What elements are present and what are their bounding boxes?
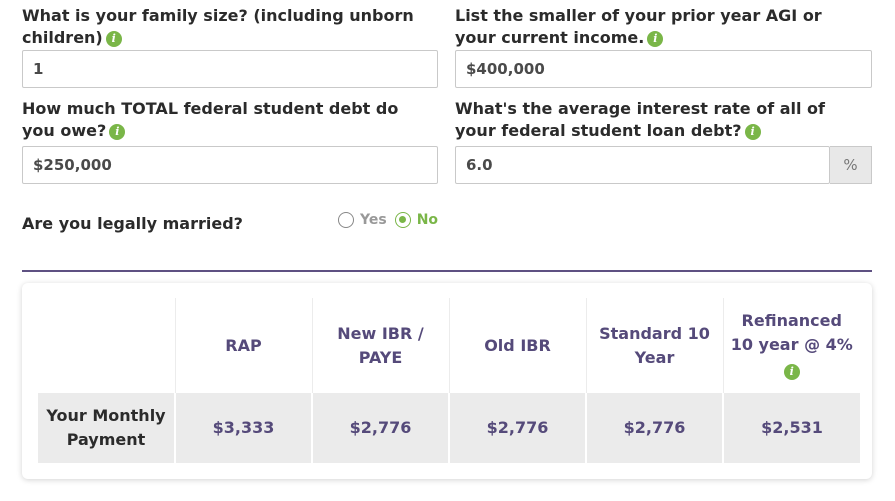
family-size-label-text: What is your family size? (including unb…	[22, 6, 414, 47]
column-header: Standard 10 Year	[585, 298, 723, 393]
total-debt-label: How much TOTAL federal student debt do y…	[22, 98, 432, 142]
married-no-label: No	[416, 212, 439, 228]
payment-row: Your Monthly Payment $3,333 $2,776 $2,77…	[38, 393, 860, 463]
info-wrapper: i	[730, 359, 855, 383]
family-size-input[interactable]: 1	[22, 50, 438, 88]
payment-new-ibr: $2,776	[311, 393, 449, 463]
column-header-old-ibr: Old IBR	[484, 335, 551, 355]
column-header-new-ibr: New IBR / PAYE	[337, 323, 424, 367]
percent-suffix: %	[830, 146, 872, 184]
agi-input[interactable]: $400,000	[455, 50, 872, 88]
section-divider	[22, 270, 872, 272]
interest-rate-label: What's the average interest rate of all …	[455, 98, 865, 142]
column-header-rap: RAP	[225, 335, 262, 355]
row-label: Your Monthly Payment	[38, 393, 175, 463]
column-header: Old IBR	[448, 298, 586, 393]
radio-unchecked-icon[interactable]	[338, 212, 354, 228]
payment-old-ibr: $2,776	[448, 393, 586, 463]
married-yes-option[interactable]: Yes	[338, 212, 387, 228]
results-table: RAP New IBR / PAYE Old IBR Standard 10 Y…	[38, 298, 860, 463]
payment-standard: $2,776	[585, 393, 723, 463]
info-icon[interactable]: i	[744, 124, 761, 140]
info-icon[interactable]: i	[105, 31, 122, 47]
total-debt-input[interactable]: $250,000	[22, 146, 438, 184]
married-label: Are you legally married?	[22, 214, 243, 233]
info-icon[interactable]: i	[783, 363, 800, 380]
empty-header-cell	[38, 298, 175, 393]
agi-label: List the smaller of your prior year AGI …	[455, 5, 865, 49]
column-header-refinanced: Refinanced 10 year @ 4%	[730, 310, 853, 354]
results-header-row: RAP New IBR / PAYE Old IBR Standard 10 Y…	[38, 298, 860, 393]
interest-rate-label-text: What's the average interest rate of all …	[455, 99, 826, 140]
column-header: Refinanced 10 year @ 4% i	[722, 298, 860, 393]
results-card: RAP New IBR / PAYE Old IBR Standard 10 Y…	[22, 283, 872, 479]
info-icon[interactable]: i	[647, 31, 664, 47]
married-radio-group: Yes No	[338, 212, 446, 228]
column-header: RAP	[174, 298, 312, 393]
column-header: New IBR / PAYE	[311, 298, 449, 393]
payment-rap: $3,333	[174, 393, 312, 463]
info-icon[interactable]: i	[109, 124, 126, 140]
total-debt-label-text: How much TOTAL federal student debt do y…	[22, 99, 399, 140]
payment-refinanced: $2,531	[722, 393, 860, 463]
married-no-option[interactable]: No	[394, 212, 439, 228]
married-yes-label: Yes	[360, 212, 387, 228]
family-size-label: What is your family size? (including unb…	[22, 5, 422, 49]
agi-label-text: List the smaller of your prior year AGI …	[455, 6, 822, 47]
radio-checked-icon[interactable]	[394, 212, 411, 228]
interest-rate-input[interactable]: 6.0	[455, 146, 830, 184]
column-header-standard: Standard 10 Year	[599, 323, 710, 367]
